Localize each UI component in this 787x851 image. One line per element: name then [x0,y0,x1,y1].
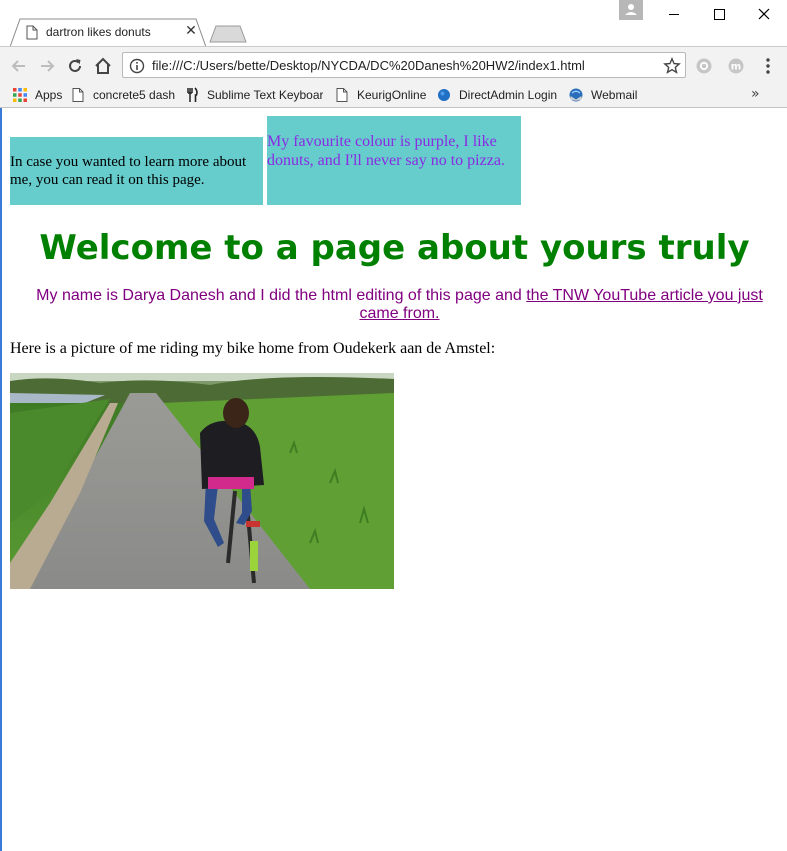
bookmark-webmail[interactable]: Webmail [568,86,637,104]
minimize-button[interactable] [651,0,697,29]
bookmark-directadmin[interactable]: DirectAdmin Login [436,86,557,104]
bookmark-label: concrete5 dash [93,88,176,102]
bookmark-star-icon[interactable] [663,57,681,75]
maximize-button[interactable] [697,0,743,29]
home-icon[interactable] [93,56,113,76]
page-content: In case you wanted to learn more about m… [2,108,787,851]
tab-title: dartron likes donuts [46,25,151,39]
bookmark-sublime[interactable]: Sublime Text Keyboar [184,86,323,104]
intro-text: My name is Darya Danesh and I did the ht… [36,287,527,304]
back-arrow-icon[interactable] [9,56,29,76]
webmail-icon [569,88,583,102]
address-bar[interactable]: file:///C:/Users/bette/Desktop/NYCDA/DC%… [122,52,686,78]
bookmarks-overflow-icon[interactable]: » [751,86,760,102]
bookmark-label: Apps [35,88,63,102]
bookmark-keurig[interactable]: KeurigOnline [334,86,426,104]
bookmark-apps[interactable]: Apps [12,86,62,104]
close-window-button[interactable] [741,0,787,29]
bike-photo-illustration [10,373,394,589]
intro-paragraph: My name is Darya Danesh and I did the ht… [22,287,777,323]
bookmark-label: Webmail [591,88,638,102]
bookmark-label: DirectAdmin Login [459,88,558,102]
apps-grid-icon [13,88,27,102]
bookmark-concrete5[interactable]: concrete5 dash [70,86,175,104]
page-icon [72,88,84,102]
fork-knife-icon [187,87,198,102]
extension-m-icon[interactable]: m [728,58,744,74]
bookmark-label: KeurigOnline [357,88,427,102]
person-icon [625,4,637,15]
new-tab-button[interactable] [208,25,248,43]
bookmark-label: Sublime Text Keyboar [207,88,323,102]
page-icon [26,25,38,40]
menu-dots-icon[interactable] [762,57,774,75]
reload-icon[interactable] [65,56,85,76]
url-text: file:///C:/Users/bette/Desktop/NYCDA/DC%… [152,58,585,73]
blue-dot-icon [438,89,450,101]
tab-strip: dartron likes donuts ✕ [0,0,787,47]
info-box-right: My favourite colour is purple, I like do… [267,116,521,205]
info-icon[interactable] [129,58,145,74]
page-icon [336,88,348,102]
page-heading: Welcome to a page about yours truly [39,228,750,268]
bike-photo [10,373,394,589]
profile-button[interactable] [619,0,643,20]
svg-text:m: m [731,62,741,73]
tab-close-icon[interactable]: ✕ [184,24,198,38]
tab-active[interactable]: dartron likes donuts ✕ [10,18,206,47]
extension-a-icon[interactable] [696,58,712,74]
info-box-left: In case you wanted to learn more about m… [10,137,263,205]
toolbar: file:///C:/Users/bette/Desktop/NYCDA/DC%… [0,46,787,83]
photo-caption: Here is a picture of me riding my bike h… [10,340,496,357]
forward-arrow-icon[interactable] [37,56,57,76]
bookmarks-bar: Apps concrete5 dash Sublime Text Keyboar… [0,83,787,108]
